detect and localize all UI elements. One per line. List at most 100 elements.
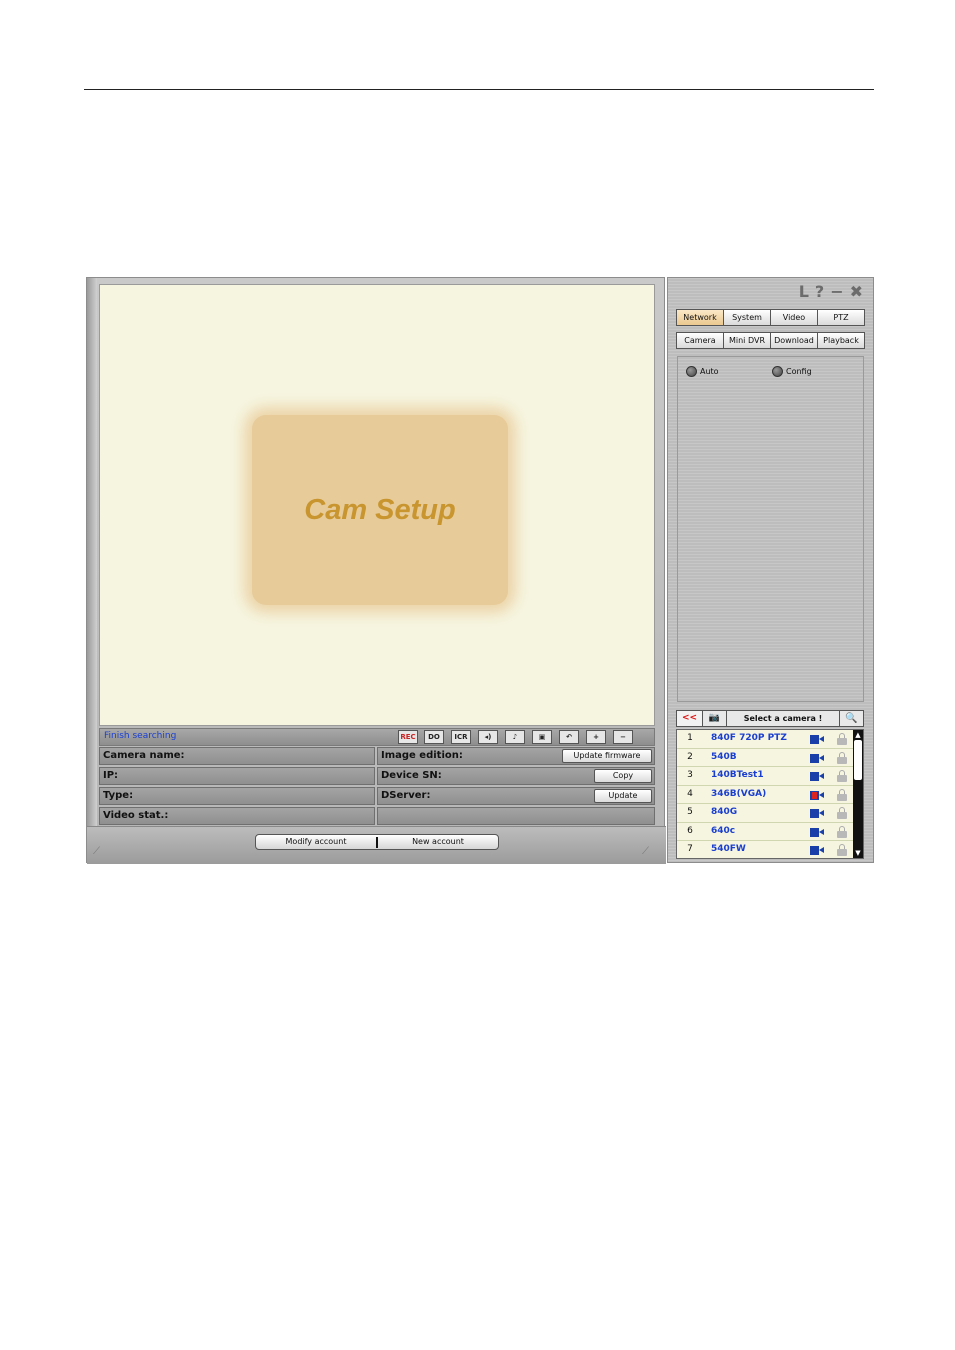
camera-number: 7	[687, 844, 693, 854]
config-radio[interactable]: Config	[772, 366, 812, 377]
snapshot-icon[interactable]: ▣	[532, 730, 552, 744]
network-config-panel	[677, 356, 864, 702]
speaker-icon[interactable]: ◂)	[478, 730, 498, 744]
zoom-out-icon[interactable]: −	[613, 730, 633, 744]
camera-number: 5	[687, 807, 693, 817]
new-account-button[interactable]: New account	[378, 836, 498, 848]
left-edge	[87, 278, 97, 864]
tab-camera[interactable]: Camera	[676, 332, 724, 349]
camera-number: 2	[687, 751, 693, 762]
lock-icon[interactable]	[837, 788, 847, 801]
camera-list-header: << 📷 Select a camera ! 🔍	[676, 710, 864, 727]
right-pane: L ? − ✖ Network System Video PTZ Camera …	[667, 277, 874, 863]
close-icon[interactable]: ✖	[850, 282, 863, 301]
status-toolbar: Finish searching REC DO ICR ◂) ♪ ▣ ↶ + −	[99, 728, 655, 746]
camera-alarm-icon[interactable]	[810, 790, 824, 800]
camera-number: 4	[687, 788, 693, 799]
lock-icon[interactable]	[837, 751, 847, 764]
image-edition-cell: Image edition: Update firmware	[377, 747, 655, 765]
search-icon[interactable]: 🔍	[839, 711, 863, 726]
auto-radio[interactable]: Auto	[686, 366, 719, 377]
camera-name: 140BTest1	[711, 770, 764, 780]
camera-icon[interactable]	[810, 735, 824, 744]
lock-icon[interactable]	[837, 807, 847, 819]
left-pane: Cam Setup Finish searching REC DO ICR ◂) ♪ ▣ ↶…	[86, 277, 666, 864]
tab-row-bottom: Camera Mini DVR Download Playback	[676, 332, 865, 349]
tab-video[interactable]: Video	[770, 309, 818, 326]
resize-grip-right-icon[interactable]: ⟋	[642, 846, 660, 860]
network-mode-radios: Auto Config	[686, 366, 856, 380]
scroll-down-icon[interactable]: ▼	[854, 849, 862, 857]
splash-text: Cam Setup	[304, 493, 456, 526]
auto-label: Auto	[700, 367, 719, 376]
camera-number: 6	[687, 825, 693, 836]
minimize-icon[interactable]: −	[830, 282, 843, 301]
dserver-label: DServer:	[381, 790, 431, 801]
camera-icon[interactable]	[810, 827, 824, 837]
icr-icon[interactable]: ICR	[451, 730, 471, 744]
tab-mini-dvr[interactable]: Mini DVR	[723, 332, 771, 349]
camera-name: 840G	[711, 807, 738, 817]
camera-list-scrollbar[interactable]: ▲ ▼	[853, 730, 863, 858]
microphone-icon[interactable]: ♪	[505, 730, 525, 744]
tab-network[interactable]: Network	[676, 309, 724, 326]
modify-account-button[interactable]: Modify account	[256, 836, 376, 848]
config-label: Config	[786, 367, 812, 376]
rotate-icon[interactable]: ↶	[559, 730, 579, 744]
empty-cell	[377, 807, 655, 825]
image-edition-label: Image edition:	[381, 750, 463, 761]
lock-icon[interactable]	[837, 733, 847, 745]
tab-row-top: Network System Video PTZ	[676, 309, 865, 326]
status-text: Finish searching	[104, 731, 177, 741]
digital-output-icon[interactable]: DO	[424, 730, 444, 744]
camera-list-item[interactable]: 3 140BTest1	[677, 767, 863, 786]
collapse-back-button[interactable]: <<	[677, 711, 703, 726]
radio-dot-icon	[686, 366, 697, 377]
scroll-up-icon[interactable]: ▲	[854, 731, 862, 739]
help-icon[interactable]: ?	[815, 282, 824, 301]
camera-icon[interactable]	[810, 772, 824, 781]
tab-playback[interactable]: Playback	[817, 332, 865, 349]
record-icon[interactable]: REC	[398, 730, 418, 744]
camera-icon[interactable]	[810, 809, 824, 818]
zoom-in-icon[interactable]: +	[586, 730, 606, 744]
copy-button[interactable]: Copy	[594, 769, 652, 783]
camera-add-icon[interactable]: 📷	[703, 711, 727, 726]
tab-download[interactable]: Download	[770, 332, 818, 349]
ip-label: IP:	[103, 770, 119, 781]
camera-list-item[interactable]: 1 840F 720P PTZ	[677, 730, 863, 749]
lock-icon[interactable]	[837, 844, 847, 856]
top-rule	[84, 89, 874, 90]
camera-name-cell: Camera name:	[99, 747, 375, 765]
account-button-group: Modify account New account	[255, 834, 499, 850]
tab-ptz[interactable]: PTZ	[817, 309, 865, 326]
window-controls: L ? − ✖	[799, 282, 863, 301]
account-bar: ⟋ Modify account New account ⟋	[87, 826, 666, 864]
lock-icon[interactable]	[837, 770, 847, 782]
camera-list-item[interactable]: 7 540FW	[677, 841, 863, 858]
restore-icon[interactable]: L	[799, 282, 809, 301]
scroll-thumb[interactable]	[854, 740, 862, 780]
camera-name: 346B(VGA)	[711, 788, 767, 799]
camera-list-item[interactable]: 6 640c	[677, 823, 863, 841]
video-stat-label: Video stat.:	[103, 810, 169, 821]
select-camera-title: Select a camera !	[743, 714, 823, 723]
camera-list-item[interactable]: 5 840G	[677, 804, 863, 823]
cam-setup-window: Cam Setup Finish searching REC DO ICR ◂) ♪ ▣ ↶…	[86, 277, 874, 864]
dserver-cell: DServer: Update	[377, 787, 655, 805]
camera-list-item[interactable]: 4 346B(VGA)	[677, 786, 863, 804]
video-viewport[interactable]: Cam Setup	[99, 284, 655, 726]
type-label: Type:	[103, 790, 134, 801]
device-sn-cell: Device SN: Copy	[377, 767, 655, 785]
tab-system[interactable]: System	[723, 309, 771, 326]
camera-name: 840F 720P PTZ	[711, 733, 787, 743]
update-firmware-button[interactable]: Update firmware	[562, 749, 652, 763]
camera-icon[interactable]	[810, 753, 824, 763]
video-stat-cell: Video stat.:	[99, 807, 375, 825]
update-button[interactable]: Update	[594, 789, 652, 803]
camera-icon[interactable]	[810, 846, 824, 855]
resize-grip-left-icon[interactable]: ⟋	[93, 846, 111, 860]
lock-icon[interactable]	[837, 825, 847, 838]
camera-list-item[interactable]: 2 540B	[677, 749, 863, 767]
camera-name-label: Camera name:	[103, 750, 185, 761]
